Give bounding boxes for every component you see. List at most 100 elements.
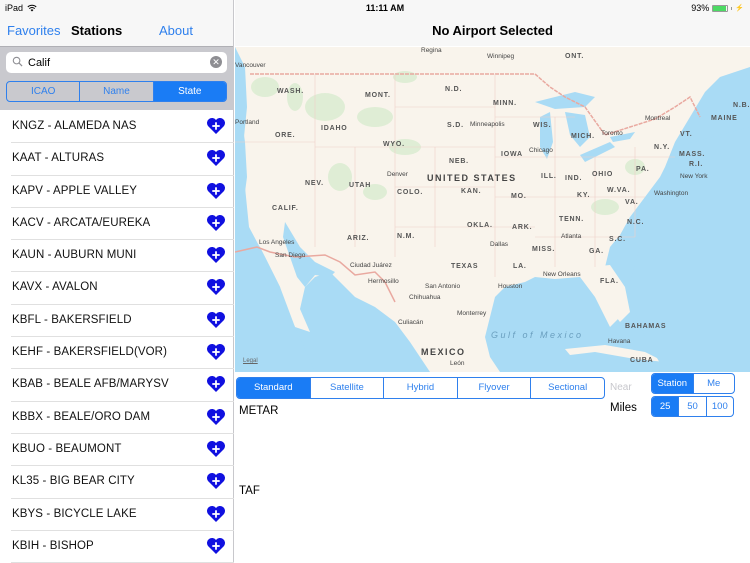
map-city-chihuahua: Chihuahua [409, 294, 441, 301]
scope-state[interactable]: State [153, 82, 226, 101]
station-label: KAPV - APPLE VALLEY [12, 184, 138, 197]
station-row[interactable]: KBAB - BEALE AFB/MARYSV [11, 369, 234, 402]
map-label-nd: N.D. [445, 86, 463, 93]
detail-title: No Airport Selected [432, 23, 553, 38]
scope-name[interactable]: Name [80, 82, 154, 101]
map-label-texas: TEXAS [451, 263, 479, 270]
near-station[interactable]: Station [652, 374, 694, 393]
map-city-vancouver: Vancouver [235, 62, 266, 69]
map-type-satellite[interactable]: Satellite [311, 378, 385, 398]
add-favorite-heart-icon[interactable] [206, 149, 226, 167]
near-me[interactable]: Me [694, 374, 735, 393]
map-label-nm: N.M. [397, 233, 415, 240]
map-city-washington: Washington [654, 190, 689, 197]
map-label-vt: VT. [680, 131, 693, 138]
miles-50[interactable]: 50 [679, 397, 707, 416]
station-row[interactable]: KBFL - BAKERSFIELD [11, 305, 234, 338]
station-row[interactable]: KAAT - ALTURAS [11, 143, 234, 176]
map-label-va: VA. [625, 199, 639, 206]
add-favorite-heart-icon[interactable] [206, 246, 226, 264]
map-label-bahamas: BAHAMAS [625, 323, 667, 330]
map-label-gulf-of-mexico: Gulf of Mexico [491, 330, 584, 340]
map-label-mo: MO. [511, 193, 527, 200]
map-city-leon: León [450, 360, 465, 367]
add-favorite-heart-icon[interactable] [206, 117, 226, 135]
near-label: Near [610, 382, 632, 393]
add-favorite-heart-icon[interactable] [206, 182, 226, 200]
map-label-mass: MASS. [679, 151, 706, 158]
station-row[interactable]: KBUO - BEAUMONT [11, 434, 234, 467]
station-row[interactable]: KACV - ARCATA/EUREKA [11, 208, 234, 241]
map-city-culiacan: Culiacán [398, 319, 424, 326]
search-box: ✕ [6, 52, 227, 73]
map-label-wash: WASH. [277, 88, 304, 95]
map-label-ny: N.Y. [654, 144, 671, 151]
station-label: KNGZ - ALAMEDA NAS [12, 120, 137, 132]
add-favorite-heart-icon[interactable] [206, 375, 226, 393]
station-row[interactable]: KBYS - BICYCLE LAKE [11, 499, 234, 531]
stations-title: Stations [71, 23, 123, 38]
map-type-flyover[interactable]: Flyover [458, 378, 532, 398]
charging-icon: ⚡ [735, 5, 744, 12]
map-legal-link[interactable]: Legal [243, 358, 258, 364]
station-label: KAAT - ALTURAS [12, 152, 105, 165]
station-label: KL35 - BIG BEAR CITY [12, 475, 135, 488]
add-favorite-heart-icon[interactable] [206, 343, 226, 361]
clear-search-icon[interactable]: ✕ [210, 56, 222, 68]
map-city-monterrey: Monterrey [457, 310, 487, 317]
station-row[interactable]: KBBX - BEALE/ORO DAM [11, 402, 234, 434]
map-city-san-antonio: San Antonio [425, 283, 461, 290]
map-label-sd: S.D. [447, 122, 464, 129]
map-label-ore: ORE. [275, 132, 296, 139]
miles-label: Miles [610, 402, 637, 414]
map-label-okla: OKLA. [467, 222, 493, 229]
add-favorite-heart-icon[interactable] [206, 311, 226, 329]
map-label-nev: NEV. [305, 180, 324, 187]
map-city-new-orleans: New Orleans [543, 271, 581, 278]
map-label-fla: FLA. [600, 278, 619, 285]
scope-icao[interactable]: ICAO [7, 82, 81, 101]
map-label-ri: R.I. [689, 161, 704, 168]
search-area: ✕ ICAO Name State [0, 46, 233, 110]
map-label-la: LA. [513, 263, 527, 270]
miles-control: 25 50 100 [651, 396, 734, 417]
add-favorite-heart-icon[interactable] [206, 505, 226, 523]
add-favorite-heart-icon[interactable] [206, 278, 226, 296]
station-label: KBIH - BISHOP [12, 539, 94, 552]
map-label-minn: MINN. [493, 100, 517, 107]
map-label-maine: MAINE [711, 115, 738, 122]
add-favorite-heart-icon[interactable] [206, 472, 226, 490]
add-favorite-heart-icon[interactable] [206, 214, 226, 232]
add-favorite-heart-icon[interactable] [206, 408, 226, 426]
map-label-ariz: ARIZ. [347, 235, 370, 242]
map-type-standard[interactable]: Standard [237, 378, 311, 398]
add-favorite-heart-icon[interactable] [206, 537, 226, 555]
map-label-sc: S.C. [609, 236, 626, 243]
station-row[interactable]: KNGZ - ALAMEDA NAS [11, 111, 234, 144]
miles-100[interactable]: 100 [707, 397, 733, 416]
map-label-nb: N.B. [733, 102, 750, 109]
station-row[interactable]: KAVX - AVALON [11, 272, 234, 305]
station-row[interactable]: KL35 - BIG BEAR CITY [11, 466, 234, 499]
map-label-calif: CALIF. [272, 205, 299, 212]
map-label-united-states: UNITED STATES [427, 173, 517, 183]
about-button[interactable]: About [159, 23, 193, 38]
favorites-button[interactable]: Favorites [7, 23, 60, 38]
station-row[interactable]: KBIH - BISHOP [11, 531, 234, 563]
search-input[interactable] [28, 54, 208, 71]
map-city-portland: Portland [235, 119, 260, 126]
station-label: KEHF - BAKERSFIELD(VOR) [12, 346, 168, 359]
station-row[interactable]: KAUN - AUBURN MUNI [11, 240, 234, 273]
station-row[interactable]: KEHF - BAKERSFIELD(VOR) [11, 337, 234, 370]
map-view[interactable]: UNITED STATES MEXICO BAHAMAS CUBA Gulf o… [235, 47, 750, 372]
battery-tip [731, 6, 733, 10]
add-favorite-heart-icon[interactable] [206, 440, 226, 458]
miles-25[interactable]: 25 [652, 397, 680, 416]
station-label: KACV - ARCATA/EUREKA [12, 216, 151, 229]
map-type-sectional[interactable]: Sectional [531, 378, 604, 398]
map-city-new-york: New York [680, 173, 708, 180]
map-type-hybrid[interactable]: Hybrid [384, 378, 458, 398]
status-bar: iPad 11:11 AM 93% ⚡ [0, 0, 750, 16]
station-row[interactable]: KAPV - APPLE VALLEY [11, 176, 234, 208]
search-icon [12, 56, 23, 67]
